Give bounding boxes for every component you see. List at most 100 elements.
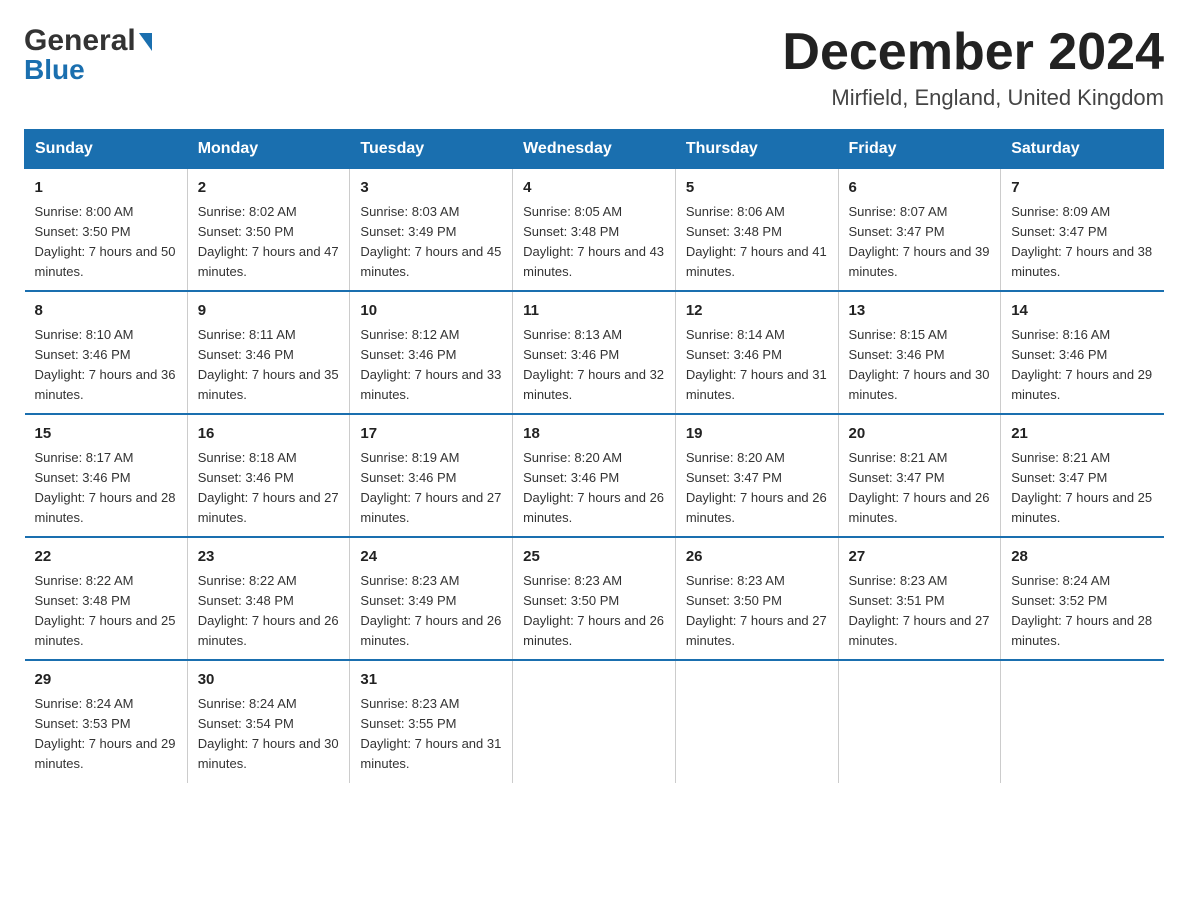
calendar-week-row: 29Sunrise: 8:24 AMSunset: 3:53 PMDayligh… [25,660,1164,782]
day-info: Sunrise: 8:24 AMSunset: 3:52 PMDaylight:… [1011,571,1153,652]
calendar-cell: 6Sunrise: 8:07 AMSunset: 3:47 PMDaylight… [838,169,1001,292]
day-info: Sunrise: 8:21 AMSunset: 3:47 PMDaylight:… [1011,448,1153,529]
day-number: 3 [360,177,502,200]
calendar-cell [1001,660,1164,782]
day-number: 10 [360,300,502,323]
page-header: General Blue December 2024 Mirfield, Eng… [24,24,1164,111]
day-number: 19 [686,423,828,446]
calendar-week-row: 8Sunrise: 8:10 AMSunset: 3:46 PMDaylight… [25,291,1164,414]
logo-triangle-icon [139,33,152,51]
calendar-cell: 3Sunrise: 8:03 AMSunset: 3:49 PMDaylight… [350,169,513,292]
calendar-cell: 25Sunrise: 8:23 AMSunset: 3:50 PMDayligh… [513,537,676,660]
day-number: 7 [1011,177,1153,200]
calendar-cell: 12Sunrise: 8:14 AMSunset: 3:46 PMDayligh… [675,291,838,414]
calendar-cell: 30Sunrise: 8:24 AMSunset: 3:54 PMDayligh… [187,660,350,782]
calendar-cell [675,660,838,782]
day-info: Sunrise: 8:23 AMSunset: 3:51 PMDaylight:… [849,571,991,652]
day-info: Sunrise: 8:16 AMSunset: 3:46 PMDaylight:… [1011,325,1153,406]
col-header-thursday: Thursday [675,130,838,169]
calendar-cell: 19Sunrise: 8:20 AMSunset: 3:47 PMDayligh… [675,414,838,537]
calendar-subtitle: Mirfield, England, United Kingdom [782,85,1164,111]
logo: General Blue [24,24,152,86]
day-info: Sunrise: 8:03 AMSunset: 3:49 PMDaylight:… [360,202,502,283]
day-info: Sunrise: 8:22 AMSunset: 3:48 PMDaylight:… [35,571,177,652]
calendar-cell: 18Sunrise: 8:20 AMSunset: 3:46 PMDayligh… [513,414,676,537]
col-header-monday: Monday [187,130,350,169]
calendar-cell: 31Sunrise: 8:23 AMSunset: 3:55 PMDayligh… [350,660,513,782]
calendar-table: SundayMondayTuesdayWednesdayThursdayFrid… [24,129,1164,782]
day-number: 8 [35,300,177,323]
col-header-sunday: Sunday [25,130,188,169]
day-number: 1 [35,177,177,200]
day-number: 20 [849,423,991,446]
col-header-wednesday: Wednesday [513,130,676,169]
day-number: 11 [523,300,665,323]
calendar-cell: 20Sunrise: 8:21 AMSunset: 3:47 PMDayligh… [838,414,1001,537]
day-number: 16 [198,423,340,446]
day-info: Sunrise: 8:00 AMSunset: 3:50 PMDaylight:… [35,202,177,283]
day-number: 25 [523,546,665,569]
day-info: Sunrise: 8:19 AMSunset: 3:46 PMDaylight:… [360,448,502,529]
calendar-cell: 7Sunrise: 8:09 AMSunset: 3:47 PMDaylight… [1001,169,1164,292]
col-header-saturday: Saturday [1001,130,1164,169]
calendar-cell: 4Sunrise: 8:05 AMSunset: 3:48 PMDaylight… [513,169,676,292]
calendar-cell: 28Sunrise: 8:24 AMSunset: 3:52 PMDayligh… [1001,537,1164,660]
day-number: 31 [360,669,502,692]
day-info: Sunrise: 8:18 AMSunset: 3:46 PMDaylight:… [198,448,340,529]
logo-blue-text: Blue [24,54,85,86]
day-info: Sunrise: 8:22 AMSunset: 3:48 PMDaylight:… [198,571,340,652]
calendar-cell: 5Sunrise: 8:06 AMSunset: 3:48 PMDaylight… [675,169,838,292]
day-number: 13 [849,300,991,323]
day-info: Sunrise: 8:23 AMSunset: 3:55 PMDaylight:… [360,694,502,775]
calendar-cell: 29Sunrise: 8:24 AMSunset: 3:53 PMDayligh… [25,660,188,782]
day-info: Sunrise: 8:20 AMSunset: 3:46 PMDaylight:… [523,448,665,529]
day-number: 12 [686,300,828,323]
day-number: 5 [686,177,828,200]
day-info: Sunrise: 8:24 AMSunset: 3:53 PMDaylight:… [35,694,177,775]
calendar-cell: 1Sunrise: 8:00 AMSunset: 3:50 PMDaylight… [25,169,188,292]
day-number: 6 [849,177,991,200]
day-number: 27 [849,546,991,569]
calendar-week-row: 15Sunrise: 8:17 AMSunset: 3:46 PMDayligh… [25,414,1164,537]
day-info: Sunrise: 8:12 AMSunset: 3:46 PMDaylight:… [360,325,502,406]
day-info: Sunrise: 8:20 AMSunset: 3:47 PMDaylight:… [686,448,828,529]
day-info: Sunrise: 8:23 AMSunset: 3:49 PMDaylight:… [360,571,502,652]
calendar-cell: 23Sunrise: 8:22 AMSunset: 3:48 PMDayligh… [187,537,350,660]
day-number: 15 [35,423,177,446]
day-info: Sunrise: 8:06 AMSunset: 3:48 PMDaylight:… [686,202,828,283]
calendar-cell [513,660,676,782]
day-number: 30 [198,669,340,692]
day-number: 9 [198,300,340,323]
calendar-cell: 15Sunrise: 8:17 AMSunset: 3:46 PMDayligh… [25,414,188,537]
day-number: 28 [1011,546,1153,569]
day-number: 29 [35,669,177,692]
calendar-cell: 21Sunrise: 8:21 AMSunset: 3:47 PMDayligh… [1001,414,1164,537]
day-number: 23 [198,546,340,569]
day-info: Sunrise: 8:21 AMSunset: 3:47 PMDaylight:… [849,448,991,529]
day-info: Sunrise: 8:14 AMSunset: 3:46 PMDaylight:… [686,325,828,406]
day-info: Sunrise: 8:13 AMSunset: 3:46 PMDaylight:… [523,325,665,406]
calendar-title: December 2024 [782,24,1164,81]
calendar-week-row: 22Sunrise: 8:22 AMSunset: 3:48 PMDayligh… [25,537,1164,660]
day-info: Sunrise: 8:10 AMSunset: 3:46 PMDaylight:… [35,325,177,406]
col-header-tuesday: Tuesday [350,130,513,169]
day-number: 21 [1011,423,1153,446]
calendar-cell: 8Sunrise: 8:10 AMSunset: 3:46 PMDaylight… [25,291,188,414]
calendar-cell: 2Sunrise: 8:02 AMSunset: 3:50 PMDaylight… [187,169,350,292]
day-info: Sunrise: 8:24 AMSunset: 3:54 PMDaylight:… [198,694,340,775]
title-area: December 2024 Mirfield, England, United … [782,24,1164,111]
day-number: 17 [360,423,502,446]
logo-general-text: General [24,24,136,58]
calendar-cell: 9Sunrise: 8:11 AMSunset: 3:46 PMDaylight… [187,291,350,414]
calendar-cell [838,660,1001,782]
calendar-cell: 24Sunrise: 8:23 AMSunset: 3:49 PMDayligh… [350,537,513,660]
calendar-header-row: SundayMondayTuesdayWednesdayThursdayFrid… [25,130,1164,169]
day-info: Sunrise: 8:09 AMSunset: 3:47 PMDaylight:… [1011,202,1153,283]
day-number: 24 [360,546,502,569]
calendar-cell: 26Sunrise: 8:23 AMSunset: 3:50 PMDayligh… [675,537,838,660]
calendar-cell: 27Sunrise: 8:23 AMSunset: 3:51 PMDayligh… [838,537,1001,660]
day-info: Sunrise: 8:23 AMSunset: 3:50 PMDaylight:… [686,571,828,652]
day-number: 4 [523,177,665,200]
calendar-cell: 22Sunrise: 8:22 AMSunset: 3:48 PMDayligh… [25,537,188,660]
calendar-cell: 10Sunrise: 8:12 AMSunset: 3:46 PMDayligh… [350,291,513,414]
